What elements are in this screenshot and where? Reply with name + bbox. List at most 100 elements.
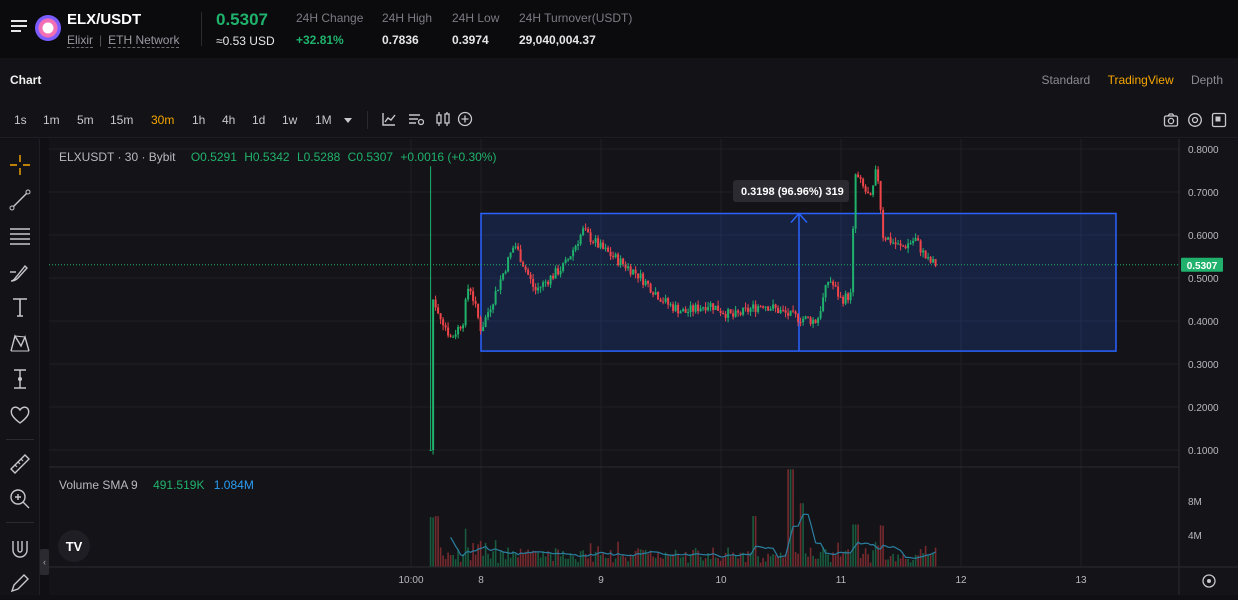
stat-24h-change: 24H Change +32.81% (296, 11, 363, 47)
view-depth[interactable]: Depth (1191, 73, 1223, 87)
candle-body (667, 298, 670, 305)
pencil-lock-icon[interactable] (8, 571, 32, 595)
candle-body (752, 304, 755, 309)
candle-body (724, 314, 727, 318)
interval-30m[interactable]: 30m (151, 113, 174, 127)
candle-body (614, 254, 617, 258)
interval-dropdown-icon[interactable] (342, 114, 354, 126)
volume-bar (864, 548, 867, 567)
measure-icon[interactable] (8, 367, 32, 391)
volume-bar (662, 558, 664, 567)
fullscreen-icon[interactable] (1211, 112, 1227, 128)
volume-bar (442, 555, 444, 567)
candle-body (819, 311, 822, 319)
volume-bar (792, 469, 794, 567)
toolbar-divider (6, 522, 34, 523)
coin-name-link[interactable]: Elixir (67, 33, 93, 48)
volume-bar (734, 555, 737, 567)
view-tradingview[interactable]: TradingView (1108, 73, 1174, 87)
magnet-icon[interactable] (8, 537, 32, 561)
stat-label: 24H High (382, 11, 433, 25)
view-standard[interactable]: Standard (1042, 73, 1091, 87)
volume-bar (529, 552, 532, 567)
candle-body (599, 242, 602, 248)
interval-1m[interactable]: 1m (43, 113, 60, 127)
text-icon[interactable] (8, 295, 32, 319)
candle-body (669, 304, 672, 306)
candle-body (727, 309, 730, 318)
volume-bar (814, 558, 817, 567)
chart-settings-icon[interactable] (408, 111, 424, 127)
candle-body (789, 310, 792, 316)
candle-body (482, 326, 485, 332)
favorite-icon[interactable] (8, 403, 32, 427)
add-icon[interactable] (457, 111, 473, 127)
candle-body (767, 306, 770, 311)
stat-value: 29,040,004.37 (519, 33, 596, 47)
pattern-icon[interactable] (8, 331, 32, 355)
settings-icon[interactable] (1187, 112, 1203, 128)
volume-bar (429, 516, 432, 567)
volume-bar (459, 561, 462, 567)
volume-bar (537, 552, 539, 567)
tradingview-logo[interactable]: TV (66, 539, 83, 554)
candle-body (697, 304, 700, 312)
volume-bar (797, 553, 799, 567)
candle-body (702, 307, 705, 309)
candle-body (764, 306, 767, 308)
candle-body (889, 237, 892, 243)
ruler-icon[interactable] (8, 452, 32, 476)
brush-icon[interactable] (8, 260, 32, 284)
volume-bar (884, 559, 887, 567)
interval-1w[interactable]: 1w (282, 113, 297, 127)
candle-body (574, 245, 577, 251)
collapse-toolbar-button[interactable]: ‹ (40, 549, 49, 575)
volume-bar (619, 556, 622, 567)
candle-body (542, 282, 545, 287)
volume-bar (557, 549, 559, 567)
volume-bar (922, 553, 924, 567)
horizontal-lines-icon[interactable] (8, 224, 32, 248)
zoom-icon[interactable] (8, 487, 32, 511)
candle-body (827, 282, 830, 286)
candle-body (479, 317, 482, 332)
volume-bar (464, 528, 467, 567)
trend-line-icon[interactable] (8, 188, 32, 212)
chart-area[interactable]: 0.8000 0.7000 0.6000 0.5000 0.4000 0.3000 0.20… (49, 139, 1238, 595)
interval-1h[interactable]: 1h (192, 113, 205, 127)
interval-5m[interactable]: 5m (77, 113, 94, 127)
candle-body (604, 247, 607, 249)
volume-bar (929, 553, 932, 567)
price-chart[interactable]: 0.8000 0.7000 0.6000 0.5000 0.4000 0.3000 0.20… (49, 139, 1238, 595)
candle-body (629, 266, 632, 275)
interval-1s[interactable]: 1s (14, 113, 27, 127)
candle-body (839, 296, 842, 298)
candle-type-icon[interactable] (435, 111, 451, 127)
volume-bar (729, 556, 732, 567)
interval-1M[interactable]: 1M (315, 113, 332, 127)
candle-body (824, 285, 827, 298)
candle-body (567, 259, 570, 261)
stat-label: 24H Change (296, 11, 364, 25)
candle-body (664, 298, 667, 302)
candle-body (787, 312, 790, 316)
candle-body (869, 193, 872, 195)
indicators-icon[interactable] (381, 111, 397, 127)
volume-bar (539, 557, 542, 567)
candle-body (842, 296, 845, 304)
price-tick-label: 0.4000 (1188, 317, 1219, 328)
candle-body (632, 269, 635, 275)
interval-4h[interactable]: 4h (222, 113, 235, 127)
camera-icon[interactable] (1163, 112, 1179, 128)
price-usd: ≈0.53 USD (216, 34, 275, 48)
menu-icon[interactable] (11, 20, 27, 34)
candle-body (649, 283, 652, 293)
candle-body (442, 319, 445, 326)
interval-1d[interactable]: 1d (252, 113, 265, 127)
crosshair-icon[interactable] (8, 153, 32, 177)
network-link[interactable]: ETH Network (108, 33, 180, 48)
interval-15m[interactable]: 15m (110, 113, 133, 127)
volume-bar (809, 547, 812, 567)
stat-24h-low: 24H Low 0.3974 (452, 11, 499, 47)
pair-title[interactable]: ELX/USDT (67, 11, 141, 28)
